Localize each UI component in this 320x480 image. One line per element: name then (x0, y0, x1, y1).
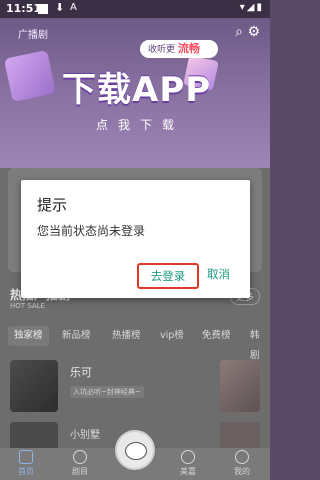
login-button[interactable]: 去登录 (137, 263, 199, 289)
dialog-message: 您当前状态尚未登录 (37, 224, 146, 238)
dialog-title: 提示 (37, 196, 68, 214)
cancel-button[interactable]: 取消 (207, 266, 230, 282)
login-prompt-dialog: 提示 您当前状态尚未登录 去登录 取消 (21, 180, 250, 298)
